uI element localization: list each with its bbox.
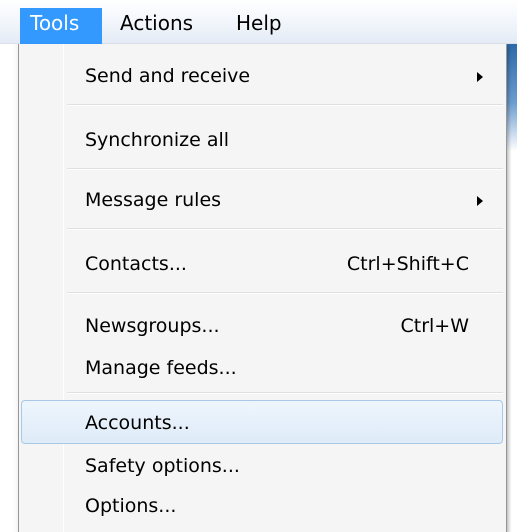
menu-item-options[interactable]: Options... — [21, 484, 503, 528]
menu-separator — [67, 168, 503, 170]
menu-help[interactable]: Help — [226, 8, 292, 44]
menu-item-accounts[interactable]: Accounts... — [21, 400, 503, 444]
menu-item-safety-options[interactable]: Safety options... — [21, 444, 503, 488]
menu-item-message-rules[interactable]: Message rules — [21, 178, 503, 222]
menu-item-manage-feeds[interactable]: Manage feeds... — [21, 346, 503, 390]
menu-actions[interactable]: Actions — [110, 8, 203, 44]
menu-bar: Tools Actions Help — [0, 0, 517, 44]
tools-dropdown-menu: Send and receive Synchronize all Message… — [18, 44, 507, 532]
menu-separator — [67, 228, 503, 230]
menu-separator — [67, 104, 503, 106]
submenu-arrow-icon — [477, 196, 483, 206]
menu-item-send-and-receive[interactable]: Send and receive — [21, 54, 503, 98]
menu-separator — [67, 292, 503, 294]
menu-tools[interactable]: Tools — [20, 8, 102, 44]
menu-item-label: Message rules — [85, 189, 222, 211]
window-background-left — [0, 44, 20, 532]
menu-item-synchronize-all[interactable]: Synchronize all — [21, 118, 503, 162]
menu-separator — [67, 392, 503, 394]
menu-item-contacts[interactable]: Contacts... Ctrl+Shift+C — [21, 242, 503, 286]
menu-item-shortcut: Ctrl+Shift+C — [346, 253, 469, 275]
menu-item-label: Send and receive — [85, 65, 251, 87]
menu-item-label: Accounts... — [85, 412, 190, 434]
submenu-arrow-icon — [477, 72, 483, 82]
menu-item-label: Newsgroups... — [85, 315, 220, 337]
menu-item-label: Manage feeds... — [85, 357, 237, 379]
menu-item-label: Contacts... — [85, 253, 187, 275]
menu-item-label: Safety options... — [85, 455, 240, 477]
menu-item-newsgroups[interactable]: Newsgroups... Ctrl+W — [21, 304, 503, 348]
menu-item-label: Synchronize all — [85, 129, 230, 151]
menu-item-label: Options... — [85, 495, 177, 517]
app-window: Tools Actions Help Send and receive Sync… — [0, 0, 517, 532]
menu-item-shortcut: Ctrl+W — [400, 315, 469, 337]
